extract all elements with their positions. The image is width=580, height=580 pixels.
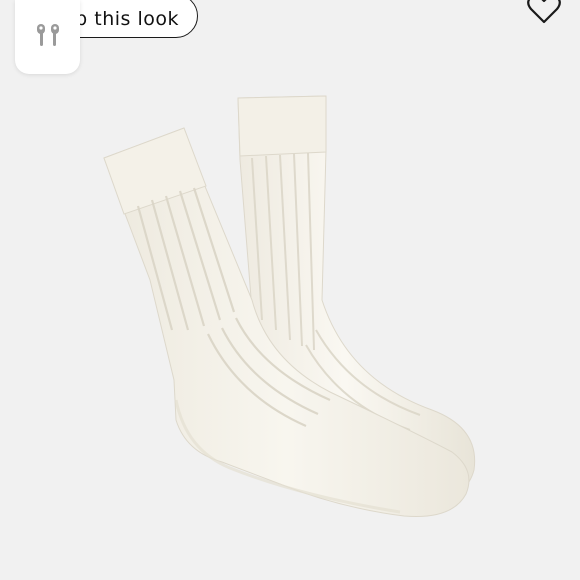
product-image-viewer: p this look (0, 0, 580, 580)
product-image-socks[interactable] (0, 0, 580, 580)
heart-icon[interactable] (526, 0, 562, 24)
app-tile[interactable] (15, 0, 80, 74)
airpods-icon (36, 24, 59, 46)
shop-this-look-label: p this look (75, 8, 179, 30)
